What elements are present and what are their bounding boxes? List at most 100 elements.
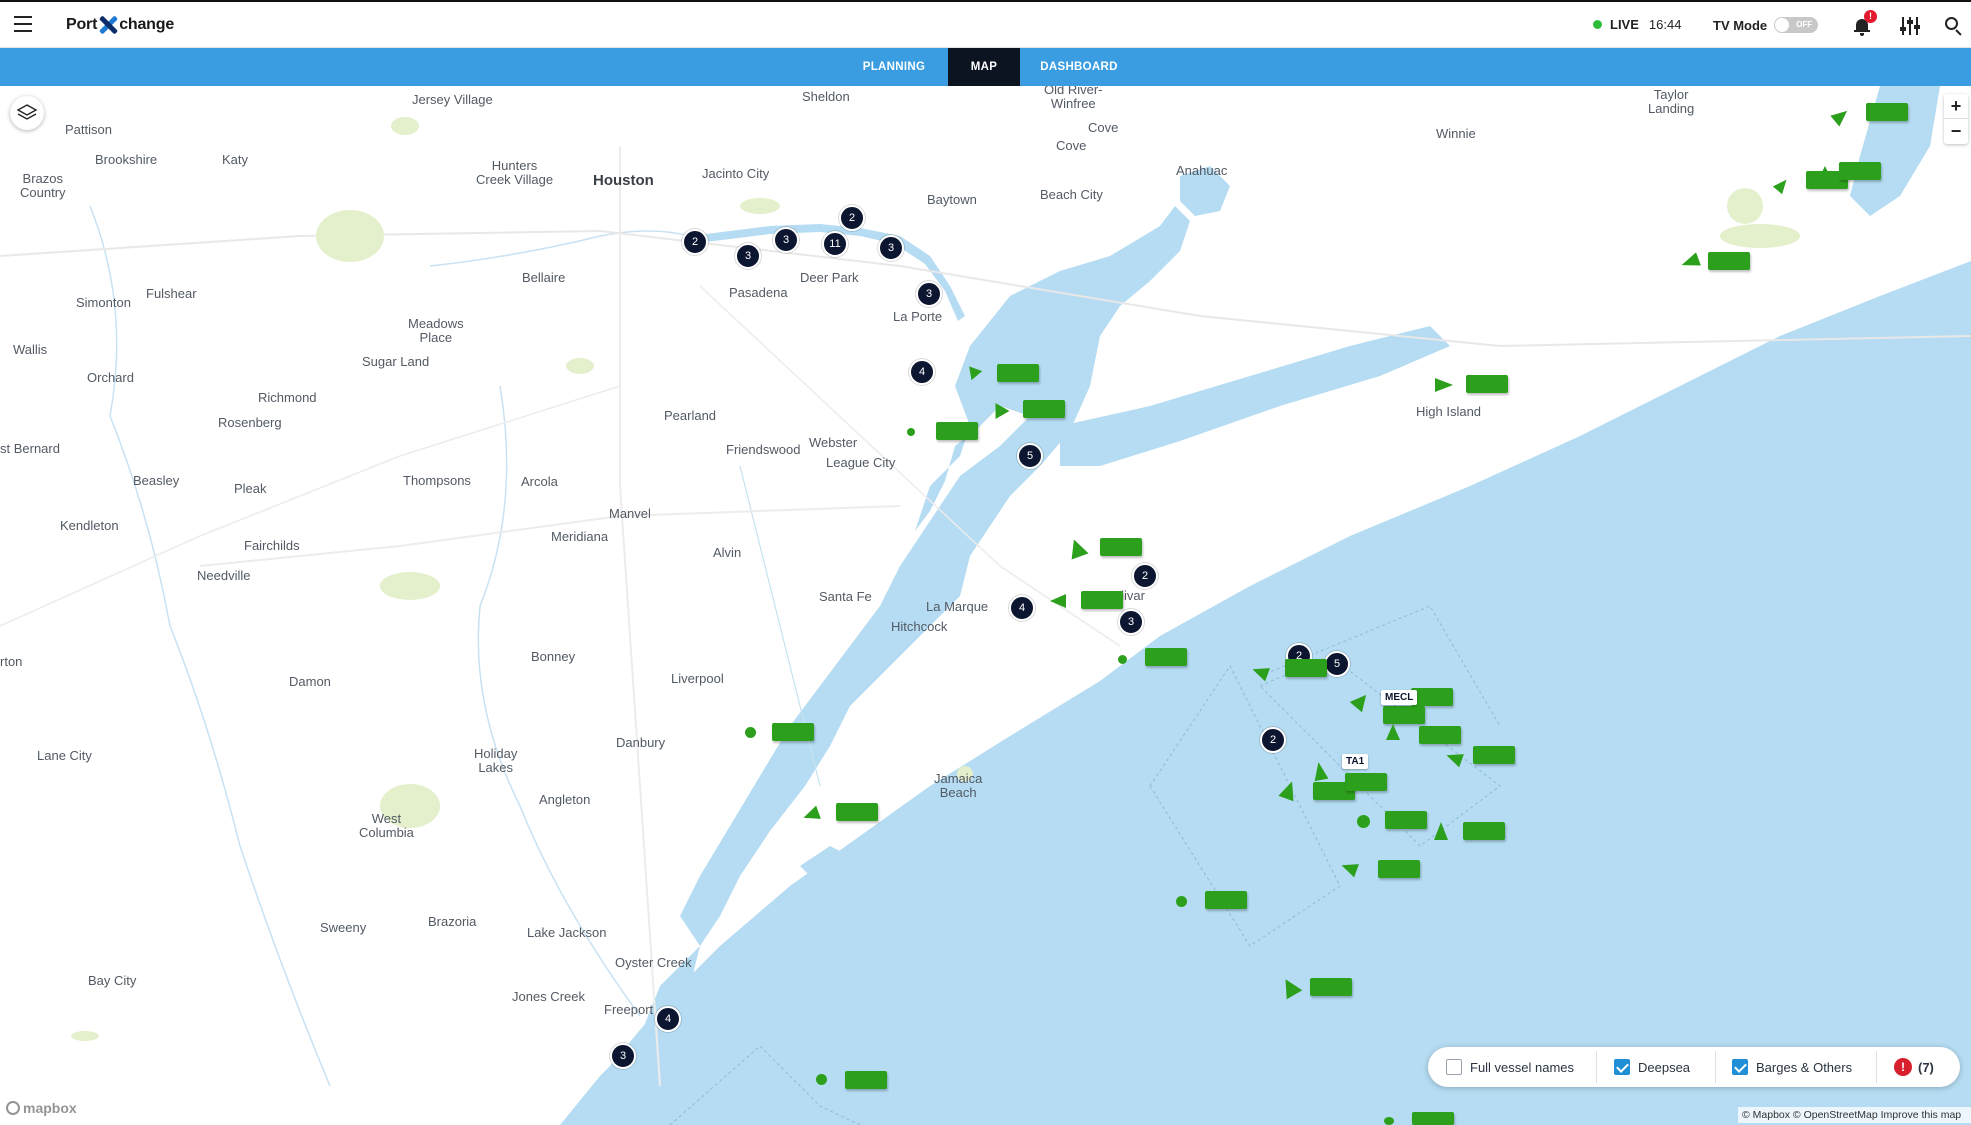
vessel-heading-icon[interactable]: [1050, 594, 1066, 608]
live-label: LIVE: [1610, 17, 1639, 32]
sliders-icon[interactable]: [1900, 17, 1920, 35]
vessel-marker[interactable]: [1023, 400, 1065, 418]
mapbox-logo[interactable]: mapbox: [6, 1100, 77, 1116]
filter-full-vessel-names[interactable]: Full vessel names: [1446, 1047, 1574, 1087]
vessel-cluster[interactable]: 3: [773, 227, 799, 253]
vessel-dot[interactable]: [1384, 1117, 1394, 1125]
vessel-name-tag[interactable]: MECL: [1381, 690, 1418, 705]
filter-label: Barges & Others: [1756, 1059, 1853, 1075]
menu-icon[interactable]: [14, 16, 32, 32]
tv-mode-label: TV Mode: [1713, 17, 1768, 33]
vessel-cluster[interactable]: 3: [916, 281, 942, 307]
map-canvas[interactable]: Jersey Village Sheldon Old River- Winfre…: [0, 83, 1971, 1125]
vessel-dot[interactable]: [1176, 896, 1187, 907]
tab-dashboard[interactable]: DASHBOARD: [1038, 48, 1120, 86]
vessel-cluster[interactable]: 3: [1118, 609, 1144, 635]
place-label: Lane City: [37, 748, 92, 763]
place-label: Brazoria: [428, 914, 477, 929]
alerts-filter[interactable]: ! (7): [1894, 1047, 1934, 1087]
vessel-cluster[interactable]: 5: [1324, 651, 1350, 677]
vessel-heading-icon[interactable]: [1386, 724, 1400, 740]
vessel-dot[interactable]: [1357, 815, 1370, 828]
vessel-cluster[interactable]: 3: [610, 1043, 636, 1069]
vessel-dot[interactable]: [745, 727, 756, 738]
tab-map[interactable]: MAP: [948, 48, 1020, 86]
vessel-cluster[interactable]: 4: [655, 1006, 681, 1032]
vessel-heading-icon[interactable]: [1435, 378, 1453, 392]
vessel-marker[interactable]: [1412, 1112, 1454, 1125]
vessel-marker[interactable]: [1866, 103, 1908, 121]
vessel-cluster[interactable]: 2: [682, 229, 708, 255]
vessel-marker[interactable]: [772, 723, 814, 741]
vessel-cluster[interactable]: 11: [822, 231, 848, 257]
vessel-marker[interactable]: [1708, 252, 1750, 270]
place-label: Pleak: [234, 481, 267, 496]
zoom-in-button[interactable]: +: [1944, 94, 1968, 119]
place-label: Hitchcock: [891, 619, 948, 634]
filter-deepsea[interactable]: Deepsea: [1614, 1047, 1690, 1087]
vessel-marker[interactable]: [845, 1071, 887, 1089]
vessel-marker[interactable]: [997, 364, 1039, 382]
vessel-marker[interactable]: [836, 803, 878, 821]
vessel-marker[interactable]: [1419, 726, 1461, 744]
checkbox-full-vessel-names[interactable]: [1446, 1059, 1462, 1075]
vessel-marker[interactable]: [1473, 746, 1515, 764]
map-attribution[interactable]: © Mapbox © OpenStreetMap Improve this ma…: [1738, 1107, 1971, 1123]
vessel-cluster[interactable]: 4: [1009, 595, 1035, 621]
tab-planning[interactable]: PLANNING: [858, 48, 930, 86]
place-label: Kendleton: [60, 518, 119, 533]
place-label: La Porte: [893, 309, 943, 324]
filter-barges-others[interactable]: Barges & Others: [1732, 1047, 1852, 1087]
vessel-cluster[interactable]: 5: [1017, 443, 1043, 469]
vessel-cluster[interactable]: 2: [1132, 563, 1158, 589]
vessel-marker[interactable]: [1463, 822, 1505, 840]
checkbox-deepsea[interactable]: [1614, 1059, 1630, 1075]
vessel-cluster[interactable]: 3: [878, 235, 904, 261]
layers-button[interactable]: [10, 96, 44, 130]
vessel-marker[interactable]: [1205, 891, 1247, 909]
vessel-heading-icon[interactable]: [1818, 166, 1832, 180]
vessel-cluster[interactable]: 2: [1260, 727, 1286, 753]
vessel-marker[interactable]: [1378, 860, 1420, 878]
vessel-marker[interactable]: [1345, 773, 1387, 791]
bell-icon[interactable]: !: [1853, 10, 1877, 36]
vessel-marker[interactable]: [1383, 706, 1425, 724]
portxchange-logo[interactable]: Port change: [66, 15, 174, 35]
place-label: Manvel: [609, 506, 651, 521]
vessel-marker[interactable]: [1411, 688, 1453, 706]
app-root: Port change LIVE 16:44 TV Mode OFF ! PLA: [0, 0, 1971, 1125]
vessel-marker[interactable]: [1466, 375, 1508, 393]
alerts-count: (7): [1918, 1059, 1934, 1075]
checkbox-barges-others[interactable]: [1732, 1059, 1748, 1075]
vessel-cluster[interactable]: 4: [909, 359, 935, 385]
vessel-dot[interactable]: [907, 428, 915, 436]
vessel-marker[interactable]: [1310, 978, 1352, 996]
vessel-marker[interactable]: [1081, 591, 1123, 609]
vessel-dot[interactable]: [1118, 655, 1127, 664]
vessel-marker[interactable]: [1385, 811, 1427, 829]
search-icon[interactable]: [1945, 17, 1963, 36]
vessel-marker[interactable]: [1285, 659, 1327, 677]
vessel-marker[interactable]: [1839, 162, 1881, 180]
place-label: Holiday Lakes: [474, 746, 518, 775]
vessel-marker[interactable]: [936, 422, 978, 440]
place-label: Lake Jackson: [527, 925, 607, 940]
vessel-name-tag[interactable]: TA1: [1342, 754, 1369, 769]
vessel-marker[interactable]: [1145, 648, 1187, 666]
place-label: Santa Fe: [819, 589, 872, 604]
vessel-dot[interactable]: [816, 1074, 827, 1085]
tv-mode-toggle[interactable]: OFF: [1774, 17, 1819, 33]
vessel-heading-icon[interactable]: [1311, 760, 1329, 782]
place-label: Orchard: [87, 370, 134, 385]
place-label: Brookshire: [95, 152, 158, 167]
place-label: Beach City: [1040, 187, 1103, 202]
place-label: League City: [826, 455, 896, 470]
vessel-heading-icon[interactable]: [1434, 822, 1448, 840]
place-label: Richmond: [258, 390, 317, 405]
place-label: Fairchilds: [244, 538, 300, 553]
vessel-cluster[interactable]: 3: [735, 243, 761, 269]
vessel-cluster[interactable]: 2: [839, 205, 865, 231]
vessel-marker[interactable]: [1100, 538, 1142, 556]
place-label: Bellaire: [522, 270, 566, 285]
zoom-out-button[interactable]: −: [1944, 119, 1968, 144]
